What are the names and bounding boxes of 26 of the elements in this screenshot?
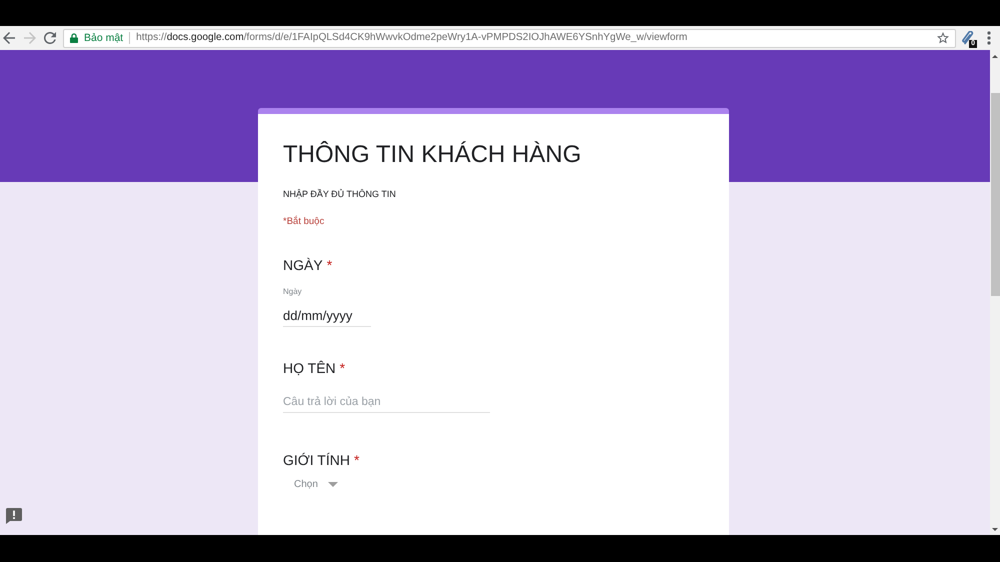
address-bar[interactable]: Bảo mật https://docs.google.com/forms/d/e/1FAIpQLSd4CK9hWwvkOdme2peWry1A-vPMPDS2IOJhAWE6YSnhYgWe_w/viewform <box>63 28 956 48</box>
required-asterisk: * <box>326 257 332 273</box>
scroll-up-caret-icon[interactable] <box>992 55 998 58</box>
url-text[interactable]: https://docs.google.com/forms/d/e/1FAIpQLSd4CK9hWwvkOdme2peWry1A-vPMPDS2IOJhAWE6YSnhYgWe_w/viewform <box>136 32 688 44</box>
exclamation-bubble-icon[interactable] <box>6 508 22 524</box>
caret-icon <box>328 482 338 486</box>
back-arrow-icon[interactable] <box>3 32 15 44</box>
date-field[interactable]: dd/mm/yyyy <box>283 305 371 327</box>
menu-icon[interactable] <box>987 31 991 45</box>
answer-field[interactable]: Câu trả lời của bạn <box>283 391 490 413</box>
required-asterisk: * <box>340 360 346 376</box>
question-title: HỌ TÊN <box>283 360 336 376</box>
scroll-down-caret-icon[interactable] <box>992 528 998 531</box>
scrollbar[interactable] <box>990 50 1000 535</box>
required-asterisk: * <box>354 452 360 468</box>
required-note: *Bắt buộc <box>283 215 326 229</box>
form-title: THÔNG TIN KHÁCH HÀNG <box>283 140 582 170</box>
scrollbar-thumb[interactable] <box>991 93 1000 296</box>
security-label: Bảo mật <box>84 32 124 44</box>
form-description: NHẬP ĐẦY ĐỦ THÔNG TIN <box>283 188 397 201</box>
question-title: GIỚI TÍNH <box>283 452 350 468</box>
star-icon[interactable] <box>937 32 949 44</box>
date-sublabel: Ngày <box>283 286 303 298</box>
question-title: NGÀY <box>283 257 323 273</box>
reload-icon[interactable] <box>44 32 56 44</box>
paperclip-icon[interactable] <box>961 31 975 45</box>
